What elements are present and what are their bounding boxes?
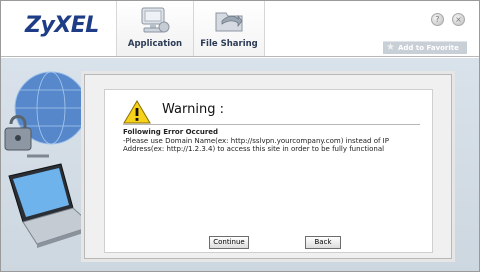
error-heading: Following Error Occured (123, 128, 219, 136)
tab-file-sharing-label: File Sharing (200, 39, 258, 49)
computer-icon (138, 5, 172, 41)
continue-button[interactable]: Continue (209, 236, 249, 249)
header-bar: ZyXEL Application File Sharing ? × ★ Add… (1, 1, 479, 57)
tab-application-label: Application (127, 39, 183, 49)
add-to-favorite-button[interactable]: ★ Add to Favorite (383, 41, 467, 54)
zyxel-logo: ZyXEL (25, 13, 99, 38)
error-message: -Please use Domain Name(ex: http://sslvp… (123, 137, 389, 153)
warning-dialog: Warning : Following Error Occured -Pleas… (84, 74, 452, 259)
folder-share-icon (212, 5, 246, 41)
add-to-favorite-label: Add to Favorite (398, 44, 459, 52)
divider (123, 124, 420, 125)
window-controls: ? × (428, 11, 465, 30)
tab-application[interactable]: Application (116, 1, 193, 56)
warning-dialog-content: Warning : Following Error Occured -Pleas… (104, 89, 433, 253)
warning-title: Warning : (162, 102, 224, 117)
tab-file-sharing[interactable]: File Sharing (193, 1, 265, 56)
app-window: ZyXEL Application File Sharing ? × ★ Add… (0, 0, 480, 272)
close-icon[interactable]: × (452, 13, 465, 26)
back-button[interactable]: Back (305, 236, 341, 249)
laptop-icon (8, 163, 94, 248)
main-area: Warning : Following Error Occured -Pleas… (1, 58, 479, 271)
star-icon: ★ (386, 42, 395, 53)
help-icon[interactable]: ? (430, 13, 444, 26)
